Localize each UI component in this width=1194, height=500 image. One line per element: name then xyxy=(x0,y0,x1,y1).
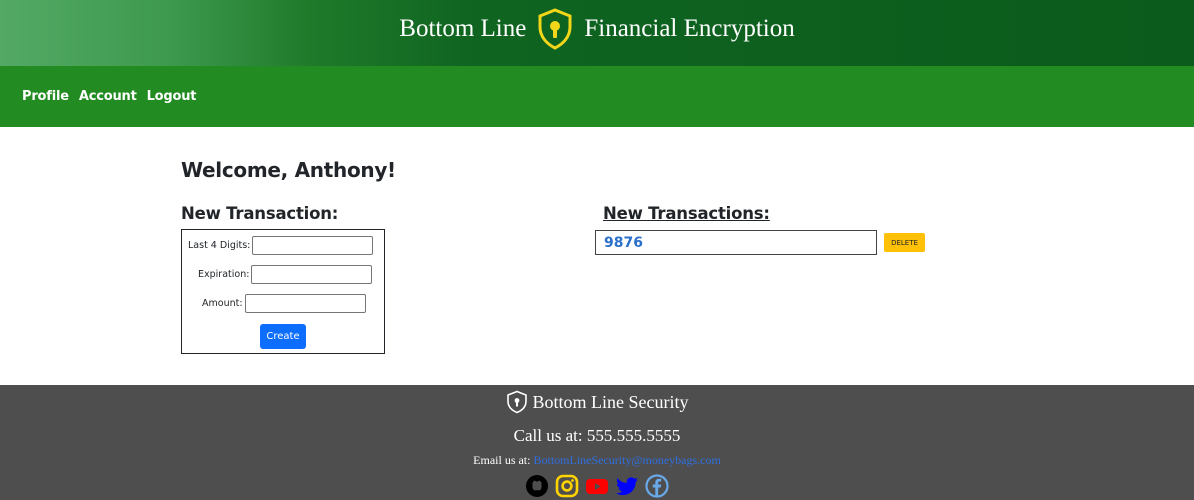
transaction-item: 9876 xyxy=(595,230,877,255)
twitter-icon[interactable] xyxy=(615,474,639,498)
transaction-digits: 9876 xyxy=(604,234,643,251)
shield-keyhole-icon xyxy=(536,7,574,51)
delete-button[interactable]: DELETE xyxy=(884,233,925,252)
facebook-icon[interactable] xyxy=(645,474,669,498)
footer-email-prefix: Email us at: xyxy=(473,453,531,467)
nav-profile[interactable]: Profile xyxy=(22,89,69,104)
shield-keyhole-icon xyxy=(506,390,528,414)
brand-left-text: Bottom Line xyxy=(399,15,527,42)
create-button[interactable]: Create xyxy=(260,324,306,349)
expiration-input[interactable] xyxy=(251,265,373,284)
brand: Bottom Line Financial Encryption xyxy=(0,6,1194,52)
nav-account[interactable]: Account xyxy=(79,89,137,104)
footer-phone: Call us at: 555.555.5555 xyxy=(513,426,681,445)
last4-input[interactable] xyxy=(252,236,374,255)
footer-brand: Bottom Line Security xyxy=(0,390,1194,414)
amount-label: Amount: xyxy=(202,298,243,309)
header-banner: Bottom Line Financial Encryption xyxy=(0,0,1194,66)
navbar: Profile Account Logout xyxy=(0,66,1194,127)
footer-email-link[interactable]: BottomLineSecurity@moneybags.com xyxy=(533,453,720,467)
transactions-title: New Transactions: xyxy=(603,204,770,223)
instagram-icon[interactable] xyxy=(555,474,579,498)
welcome-heading: Welcome, Anthony! xyxy=(181,158,396,182)
footer-brand-text: Bottom Line Security xyxy=(532,391,689,412)
new-transaction-form: Last 4 Digits: Expiration: Amount: Creat… xyxy=(181,229,385,354)
nav-logout[interactable]: Logout xyxy=(147,89,197,104)
brand-right-text: Financial Encryption xyxy=(584,15,795,42)
github-icon[interactable] xyxy=(525,474,549,498)
amount-input[interactable] xyxy=(244,294,366,313)
last4-label: Last 4 Digits: xyxy=(188,240,251,251)
social-links xyxy=(0,474,1194,498)
amount-row: Amount: xyxy=(202,294,366,313)
footer: Bottom Line Security Call us at: 555.555… xyxy=(0,385,1194,500)
footer-email-row: Email us at: BottomLineSecurity@moneybag… xyxy=(0,453,1194,468)
last4-row: Last 4 Digits: xyxy=(188,236,374,255)
expiration-label: Expiration: xyxy=(198,269,250,280)
expiration-row: Expiration: xyxy=(198,265,373,284)
youtube-icon[interactable] xyxy=(585,474,609,498)
new-transaction-title: New Transaction: xyxy=(181,204,339,223)
